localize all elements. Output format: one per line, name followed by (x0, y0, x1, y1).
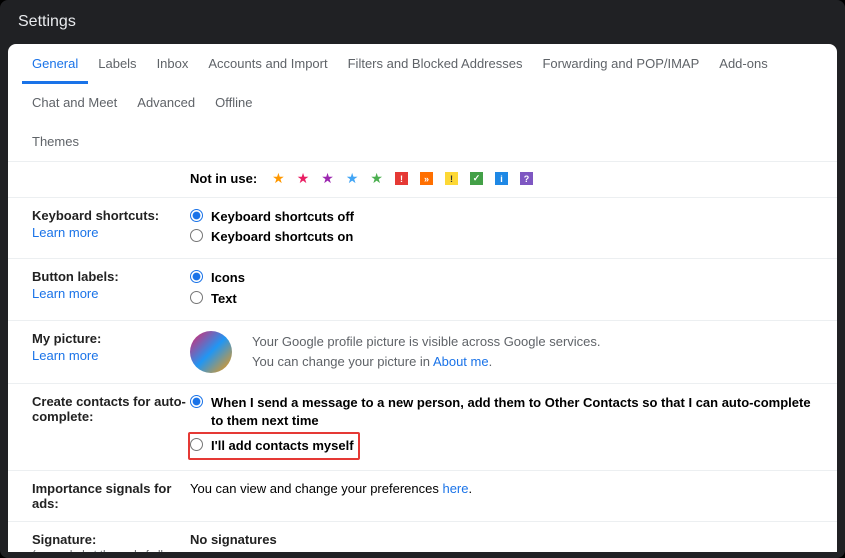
importance-signals-label: Importance signals for ads: (32, 481, 171, 511)
tab-inbox[interactable]: Inbox (147, 44, 199, 84)
button-labels-icons-label[interactable]: Icons (211, 269, 813, 287)
yellow-exclamation-icon[interactable]: ! (445, 172, 458, 185)
contacts-myself-label[interactable]: I'll add contacts myself (211, 437, 354, 455)
star-red-icon[interactable]: ★ (297, 170, 310, 187)
keyboard-shortcuts-off-label[interactable]: Keyboard shortcuts off (211, 208, 813, 226)
tab-offline[interactable]: Offline (205, 83, 262, 123)
keyboard-shortcuts-on-radio[interactable] (190, 229, 203, 242)
keyboard-shortcuts-off-radio[interactable] (190, 209, 203, 222)
keyboard-shortcuts-on-label[interactable]: Keyboard shortcuts on (211, 228, 813, 246)
tab-themes[interactable]: Themes (22, 122, 89, 162)
stars-container: ★ ★ ★ ★ ★ ! » ! ✓ i ? (272, 170, 533, 187)
importance-desc: You can view and change your preferences… (190, 481, 472, 496)
learn-more-link[interactable]: Learn more (32, 225, 190, 240)
tab-general[interactable]: General (22, 44, 88, 84)
blue-info-icon[interactable]: i (495, 172, 508, 185)
tab-forwarding-and-pop-imap[interactable]: Forwarding and POP/IMAP (532, 44, 709, 84)
importance-here-link[interactable]: here (442, 481, 468, 496)
contacts-auto-label[interactable]: When I send a message to a new person, a… (211, 394, 813, 430)
tabs-container: GeneralLabelsInboxAccounts and ImportFil… (8, 44, 837, 162)
star-green-icon[interactable]: ★ (370, 170, 383, 187)
settings-title: Settings (0, 0, 845, 44)
button-labels-text-radio[interactable] (190, 291, 203, 304)
learn-more-link[interactable]: Learn more (32, 286, 190, 301)
avatar[interactable] (190, 331, 232, 373)
learn-more-link[interactable]: Learn more (32, 348, 190, 363)
profile-description: Your Google profile picture is visible a… (252, 332, 601, 371)
signature-label: Signature: (32, 532, 96, 547)
contacts-myself-radio[interactable] (190, 438, 203, 451)
purple-question-icon[interactable]: ? (520, 172, 533, 185)
not-in-use-label: Not in use: (190, 171, 257, 186)
button-labels-icons-radio[interactable] (190, 270, 203, 283)
tab-advanced[interactable]: Advanced (127, 83, 205, 123)
button-labels-label: Button labels: (32, 269, 119, 284)
button-labels-text-label[interactable]: Text (211, 290, 813, 308)
star-purple-icon[interactable]: ★ (321, 170, 334, 187)
green-check-icon[interactable]: ✓ (470, 172, 483, 185)
keyboard-shortcuts-label: Keyboard shortcuts: (32, 208, 159, 223)
orange-arrows-icon[interactable]: » (420, 172, 433, 185)
star-blue-icon[interactable]: ★ (346, 170, 359, 187)
tab-chat-and-meet[interactable]: Chat and Meet (22, 83, 127, 123)
signature-sub-label: (appended at the end of all outgoing mes… (32, 549, 190, 552)
star-orange-icon[interactable]: ★ (272, 170, 285, 187)
contacts-auto-radio[interactable] (190, 395, 203, 408)
tab-add-ons[interactable]: Add-ons (709, 44, 777, 84)
tab-accounts-and-import[interactable]: Accounts and Import (198, 44, 337, 84)
tab-filters-and-blocked-addresses[interactable]: Filters and Blocked Addresses (338, 44, 533, 84)
tab-labels[interactable]: Labels (88, 44, 146, 84)
no-signatures-text: No signatures (190, 532, 813, 547)
create-contacts-label: Create contacts for auto-complete: (32, 394, 186, 424)
red-exclamation-icon[interactable]: ! (395, 172, 408, 185)
my-picture-label: My picture: (32, 331, 101, 346)
highlighted-option-box: I'll add contacts myself (188, 432, 360, 460)
about-me-link[interactable]: About me (433, 354, 489, 369)
